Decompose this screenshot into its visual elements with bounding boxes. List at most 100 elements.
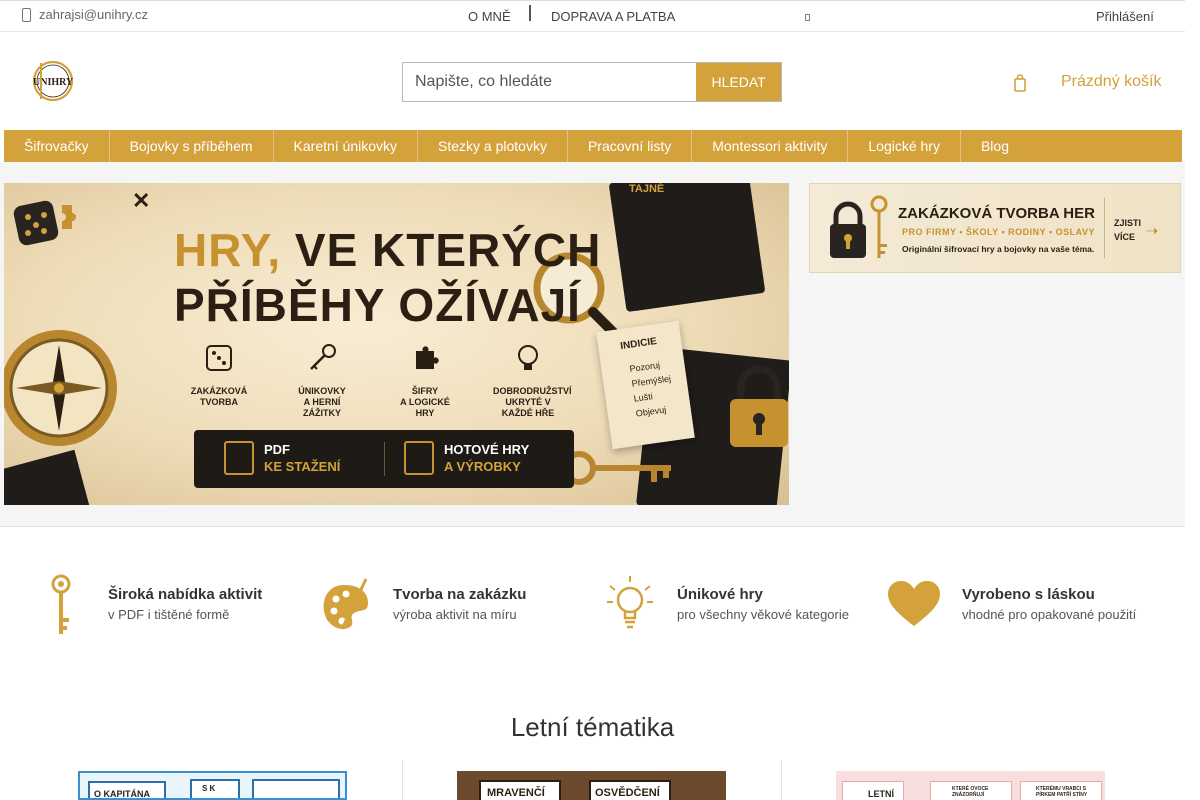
hero-feature-label: A HERNÍ ZÁŽITKY bbox=[303, 397, 341, 418]
search-input[interactable] bbox=[403, 63, 697, 101]
feature-title: Únikové hry bbox=[677, 586, 763, 603]
hero-feature-row: ZAKÁZKOVÁ TVORBA ÚNIKOVKY A HERNÍ ZÁŽITK… bbox=[184, 341, 572, 419]
search-bar: HLEDAT bbox=[402, 62, 782, 102]
product-image-text: OSVĚDČENÍ bbox=[595, 787, 660, 799]
hero-title-accent: HRY, bbox=[174, 224, 282, 276]
mobile-icon[interactable] bbox=[805, 14, 810, 21]
hero-feature: ŠIFRY A LOGICKÉ HRY bbox=[390, 341, 460, 419]
product-image-text: O KAPITÁNA bbox=[94, 789, 150, 799]
product-image[interactable]: O KAPITÁNA S K bbox=[78, 771, 347, 800]
hero-feature-label: ZAKÁZKOVÁ bbox=[190, 386, 248, 396]
padlock-icon bbox=[730, 365, 788, 447]
product-image[interactable]: LETNÍ KTERÉ OVOCE ZNÁZORŇUJÍ KTERÉMU VRA… bbox=[836, 771, 1105, 800]
heart-icon bbox=[888, 581, 940, 626]
cta-pdf-title: PDF bbox=[264, 442, 290, 457]
hero-title: HRY, VE KTERÝCH PŘÍBĚHY OŽÍVAJÍ bbox=[174, 223, 601, 333]
x-mark-icon: ✕ bbox=[132, 188, 151, 213]
feature-subtitle: v PDF i tištěné formě bbox=[108, 607, 230, 622]
lightbulb-icon bbox=[607, 576, 653, 629]
hero-feature-label: ÚNIKOVKY bbox=[298, 386, 346, 396]
cta-products[interactable]: HOTOVÉ HRY A VÝROBKY bbox=[404, 441, 529, 475]
arrow-right-icon: ➝ bbox=[1145, 223, 1159, 240]
email-text: zahrajsi@unihry.cz bbox=[39, 7, 149, 22]
clue-card-title: INDICIE bbox=[619, 336, 658, 353]
learn-more-line: ZJISTI bbox=[1114, 218, 1142, 228]
nav-item-montessori[interactable]: Montessori aktivity bbox=[692, 130, 849, 162]
bulb-icon bbox=[518, 345, 538, 370]
phone-icon bbox=[22, 7, 31, 22]
padlock-key-icon bbox=[830, 195, 888, 258]
login-link[interactable]: Přihlášení bbox=[1096, 9, 1154, 24]
topbar-separator bbox=[529, 5, 531, 21]
cta-products-sub: A VÝROBKY bbox=[444, 459, 521, 474]
feature-title: Tvorba na zakázku bbox=[393, 586, 527, 603]
feature-subtitle: výroba aktivit na míru bbox=[393, 607, 517, 622]
section-title: Letní tématika bbox=[510, 712, 675, 742]
nav-item-pracovni-listy[interactable]: Pracovní listy bbox=[568, 130, 693, 162]
cta-pdf[interactable]: PDF KE STAŽENÍ bbox=[224, 441, 340, 475]
product-card[interactable]: LETNÍ KTERÉ OVOCE ZNÁZORŇUJÍ KTERÉMU VRA… bbox=[781, 760, 1161, 800]
top-bar: zahrajsi@unihry.cz O MNĚ DOPRAVA A PLATB… bbox=[0, 0, 1185, 32]
dice-icon bbox=[13, 200, 76, 246]
feature-subtitle: pro všechny věkové kategorie bbox=[677, 607, 849, 622]
hero-cta-strip[interactable]: PDF KE STAŽENÍ HOTOVÉ HRY A VÝROBKY bbox=[194, 430, 574, 488]
product-image[interactable]: MRAVENČÍ OSVĚDČENÍ bbox=[457, 771, 726, 800]
compass-icon bbox=[4, 330, 117, 446]
nav-item-blog[interactable]: Blog bbox=[961, 130, 1029, 162]
product-image-text: KTERÉMU VRABCI S PÍRKEM PATŘÍ STÍNY bbox=[1036, 786, 1088, 798]
hero-feature: ZAKÁZKOVÁ TVORBA bbox=[184, 341, 254, 419]
nav-item-sifrovacky[interactable]: Šifrovačky bbox=[4, 130, 110, 162]
feature-subtitle: vhodné pro opakované použití bbox=[962, 607, 1137, 622]
hero-banner[interactable]: TAJNÉ ✕ HRY, VE KTERÝCH PŘÍBĚHY OŽÍVAJÍ bbox=[4, 183, 789, 505]
custom-games-description: Originální šifrovací hry a bojovky na va… bbox=[902, 244, 1095, 254]
cart-label[interactable]: Prázdný košík bbox=[1061, 73, 1161, 91]
hero-feature: DOBRODRUŽSTVÍ UKRYTÉ V KAŽDÉ HŘE bbox=[493, 341, 572, 419]
gift-icon bbox=[404, 441, 434, 475]
banner-divider bbox=[1104, 198, 1105, 258]
site-logo[interactable]: UNIHRY bbox=[29, 59, 78, 104]
nav-item-karetni-unikovky[interactable]: Karetní únikovky bbox=[274, 130, 419, 162]
cta-divider bbox=[384, 442, 385, 476]
nav-item-stezky[interactable]: Stezky a plotovky bbox=[418, 130, 568, 162]
clue-card: INDICIE Pozoruj Přemýšlej Lušti Objevuj bbox=[596, 320, 695, 450]
hero-feature-label: ŠIFRY bbox=[411, 386, 439, 396]
nav-link-about[interactable]: O MNĚ bbox=[468, 9, 511, 24]
product-card[interactable]: MRAVENČÍ OSVĚDČENÍ bbox=[402, 760, 782, 800]
hero-title-line2: PŘÍBĚHY OŽÍVAJÍ bbox=[174, 279, 581, 331]
learn-more-link[interactable]: ZJISTI VÍCE bbox=[1114, 216, 1141, 244]
hero-feature-label: UKRYTÉ V KAŽDÉ HŘE bbox=[501, 397, 555, 418]
product-image-text: LETNÍ bbox=[868, 789, 894, 799]
cart-icon[interactable] bbox=[1014, 74, 1026, 92]
nav-link-shipping[interactable]: DOPRAVA A PLATBA bbox=[551, 9, 675, 24]
learn-more-line: VÍCE bbox=[1114, 232, 1136, 242]
hero-title-line1: VE KTERÝCH bbox=[281, 224, 602, 276]
nav-item-logicke-hry[interactable]: Logické hry bbox=[848, 130, 961, 162]
key-icon bbox=[310, 344, 336, 370]
custom-games-banner[interactable]: ZAKÁZKOVÁ TVORBA HER PRO FIRMY • ŠKOLY •… bbox=[809, 183, 1181, 273]
book-label: TAJNÉ bbox=[629, 183, 665, 195]
hero-feature-label: DOBRODRUŽSTVÍ bbox=[493, 386, 572, 396]
cta-pdf-sub: KE STAŽENÍ bbox=[264, 459, 341, 474]
product-image-text: S K bbox=[202, 784, 216, 793]
key-icon bbox=[51, 574, 71, 634]
feature-title: Široká nabídka aktivit bbox=[108, 586, 263, 603]
nav-item-bojovky[interactable]: Bojovky s příběhem bbox=[110, 130, 274, 162]
logo-text: UNIHRY bbox=[33, 77, 74, 88]
search-button[interactable]: HLEDAT bbox=[696, 63, 781, 101]
book-image bbox=[4, 449, 90, 505]
custom-games-audience: PRO FIRMY • ŠKOLY • RODINY • OSLAVY bbox=[902, 227, 1095, 237]
pdf-icon bbox=[224, 441, 254, 475]
main-navigation: Šifrovačky Bojovky s příběhem Karetní ún… bbox=[4, 130, 1182, 162]
custom-games-title: ZAKÁZKOVÁ TVORBA HER bbox=[898, 205, 1095, 222]
feature-title: Vyrobeno s láskou bbox=[962, 586, 1095, 603]
hero-feature-label: TVORBA bbox=[200, 397, 238, 407]
puzzle-icon bbox=[416, 346, 439, 369]
email-link[interactable]: zahrajsi@unihry.cz bbox=[22, 7, 148, 22]
hero-feature-label: A LOGICKÉ HRY bbox=[400, 397, 450, 418]
palette-icon bbox=[323, 578, 368, 630]
product-card[interactable]: O KAPITÁNA S K bbox=[22, 760, 402, 800]
product-image-text: KTERÉ OVOCE ZNÁZORŇUJÍ bbox=[952, 786, 989, 798]
hero-feature: ÚNIKOVKY A HERNÍ ZÁŽITKY bbox=[287, 341, 357, 419]
cta-products-title: HOTOVÉ HRY bbox=[444, 442, 530, 457]
dice-icon bbox=[206, 345, 232, 371]
